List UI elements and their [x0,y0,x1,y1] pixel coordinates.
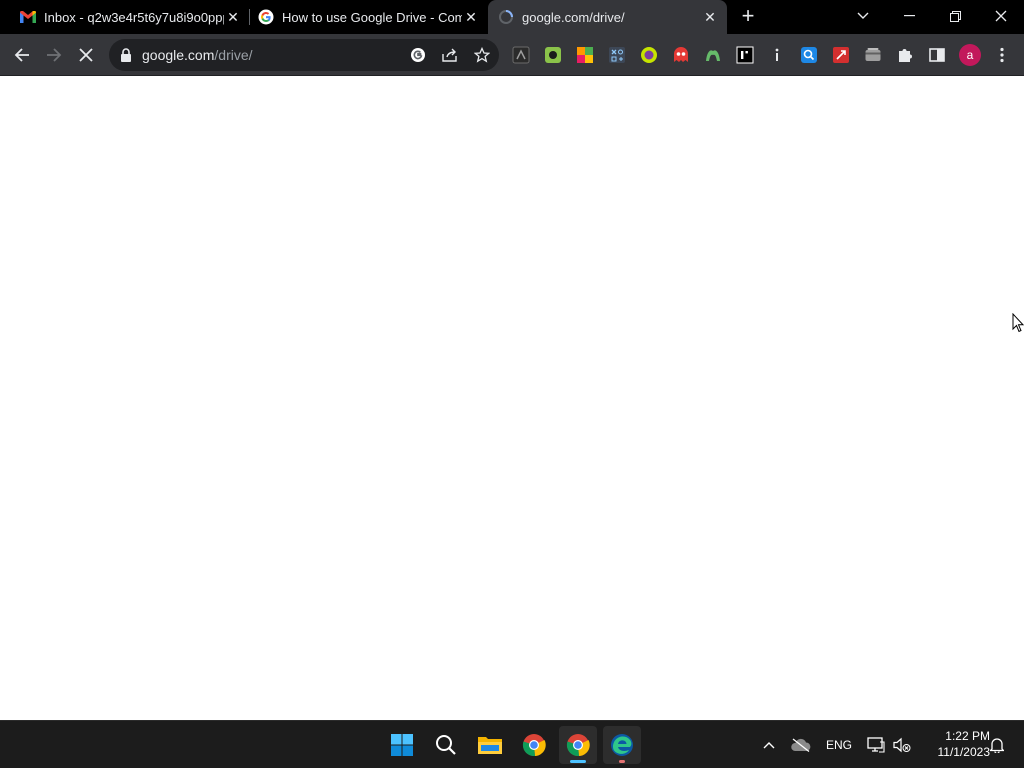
ext-red-icon[interactable] [831,45,851,65]
ext-grid-icon[interactable] [607,45,627,65]
notification-bell-icon[interactable] [986,721,1008,769]
page-content[interactable] [0,77,1024,720]
onedrive-offline-icon[interactable] [789,721,813,769]
tab-google-drive[interactable]: google.com/drive/ ✕ [488,0,727,34]
url-path: /drive/ [214,47,253,63]
mouse-cursor-icon [1012,312,1024,333]
windows-taskbar: ENG 1:22 PM 11/1/2023 [0,720,1024,768]
bookmark-star-icon[interactable] [472,45,492,65]
tab-google-search[interactable]: How to use Google Drive - Com ✕ [252,0,486,34]
ext-green-animal-icon[interactable] [703,45,723,65]
clock-date: 11/1/2023 [937,745,991,759]
share-icon[interactable] [440,45,460,65]
tab-title: google.com/drive/ [522,9,625,25]
close-tab-icon[interactable]: ✕ [224,8,242,26]
new-tab-button[interactable]: + [737,5,759,28]
extensions-puzzle-icon[interactable] [895,45,915,65]
tab-title: Inbox - q2w3e4r5t6y7u8i9o0ppp [44,9,224,25]
google-icon [258,9,274,25]
restore-icon[interactable] [932,0,978,32]
system-clock[interactable]: 1:22 PM 11/1/2023 [918,728,991,760]
file-explorer-icon[interactable] [471,726,509,764]
ext-i-icon[interactable] [735,45,755,65]
more-menu-icon[interactable] [992,45,1012,65]
active-indicator [570,760,586,763]
network-icon[interactable] [864,721,888,769]
volume-muted-icon[interactable] [890,721,914,769]
browser-toolbar: google.com/drive/ a [0,34,1024,76]
close-window-icon[interactable] [978,0,1024,32]
gmail-icon [20,9,36,25]
ext-colorful-icon[interactable] [575,45,595,65]
search-icon[interactable] [427,726,465,764]
profile-avatar[interactable]: a [959,44,981,66]
stop-loading-button[interactable] [72,41,100,69]
url-domain: google.com [142,47,215,63]
open-indicator [619,760,625,763]
back-button[interactable] [8,41,36,69]
tab-strip: Inbox - q2w3e4r5t6y7u8i9o0ppp ✕ How to u… [0,0,1024,34]
side-panel-icon[interactable] [927,45,947,65]
chrome-icon[interactable] [515,726,553,764]
lock-icon[interactable] [120,48,132,62]
google-lens-icon[interactable] [408,45,428,65]
show-hidden-icons-icon[interactable] [758,721,780,769]
url-text: google.com/drive/ [142,47,253,63]
ext-puzzle-dark-icon[interactable] [511,45,531,65]
ext-blue-search-icon[interactable] [799,45,819,65]
tab-separator [249,9,250,25]
ext-green-icon[interactable] [543,45,563,65]
tab-title: How to use Google Drive - Com [282,9,462,25]
loading-icon [498,9,514,25]
windows-start-icon[interactable] [383,726,421,764]
chrome-active-icon[interactable] [559,726,597,764]
close-tab-icon[interactable]: ✕ [462,8,480,26]
tab-search-icon[interactable] [840,0,886,32]
language-indicator[interactable]: ENG [822,721,856,769]
address-bar[interactable]: google.com/drive/ [109,39,499,71]
ext-card-icon[interactable] [863,45,883,65]
edge-icon[interactable] [603,726,641,764]
clock-time: 1:22 PM [945,729,990,743]
ext-ghost-icon[interactable] [671,45,691,65]
ext-lime-icon[interactable] [639,45,659,65]
close-tab-icon[interactable]: ✕ [701,8,719,26]
minimize-icon[interactable] [886,0,932,32]
forward-button[interactable] [40,41,68,69]
ext-info-icon[interactable] [767,45,787,65]
tab-gmail-inbox[interactable]: Inbox - q2w3e4r5t6y7u8i9o0ppp ✕ [12,0,248,34]
